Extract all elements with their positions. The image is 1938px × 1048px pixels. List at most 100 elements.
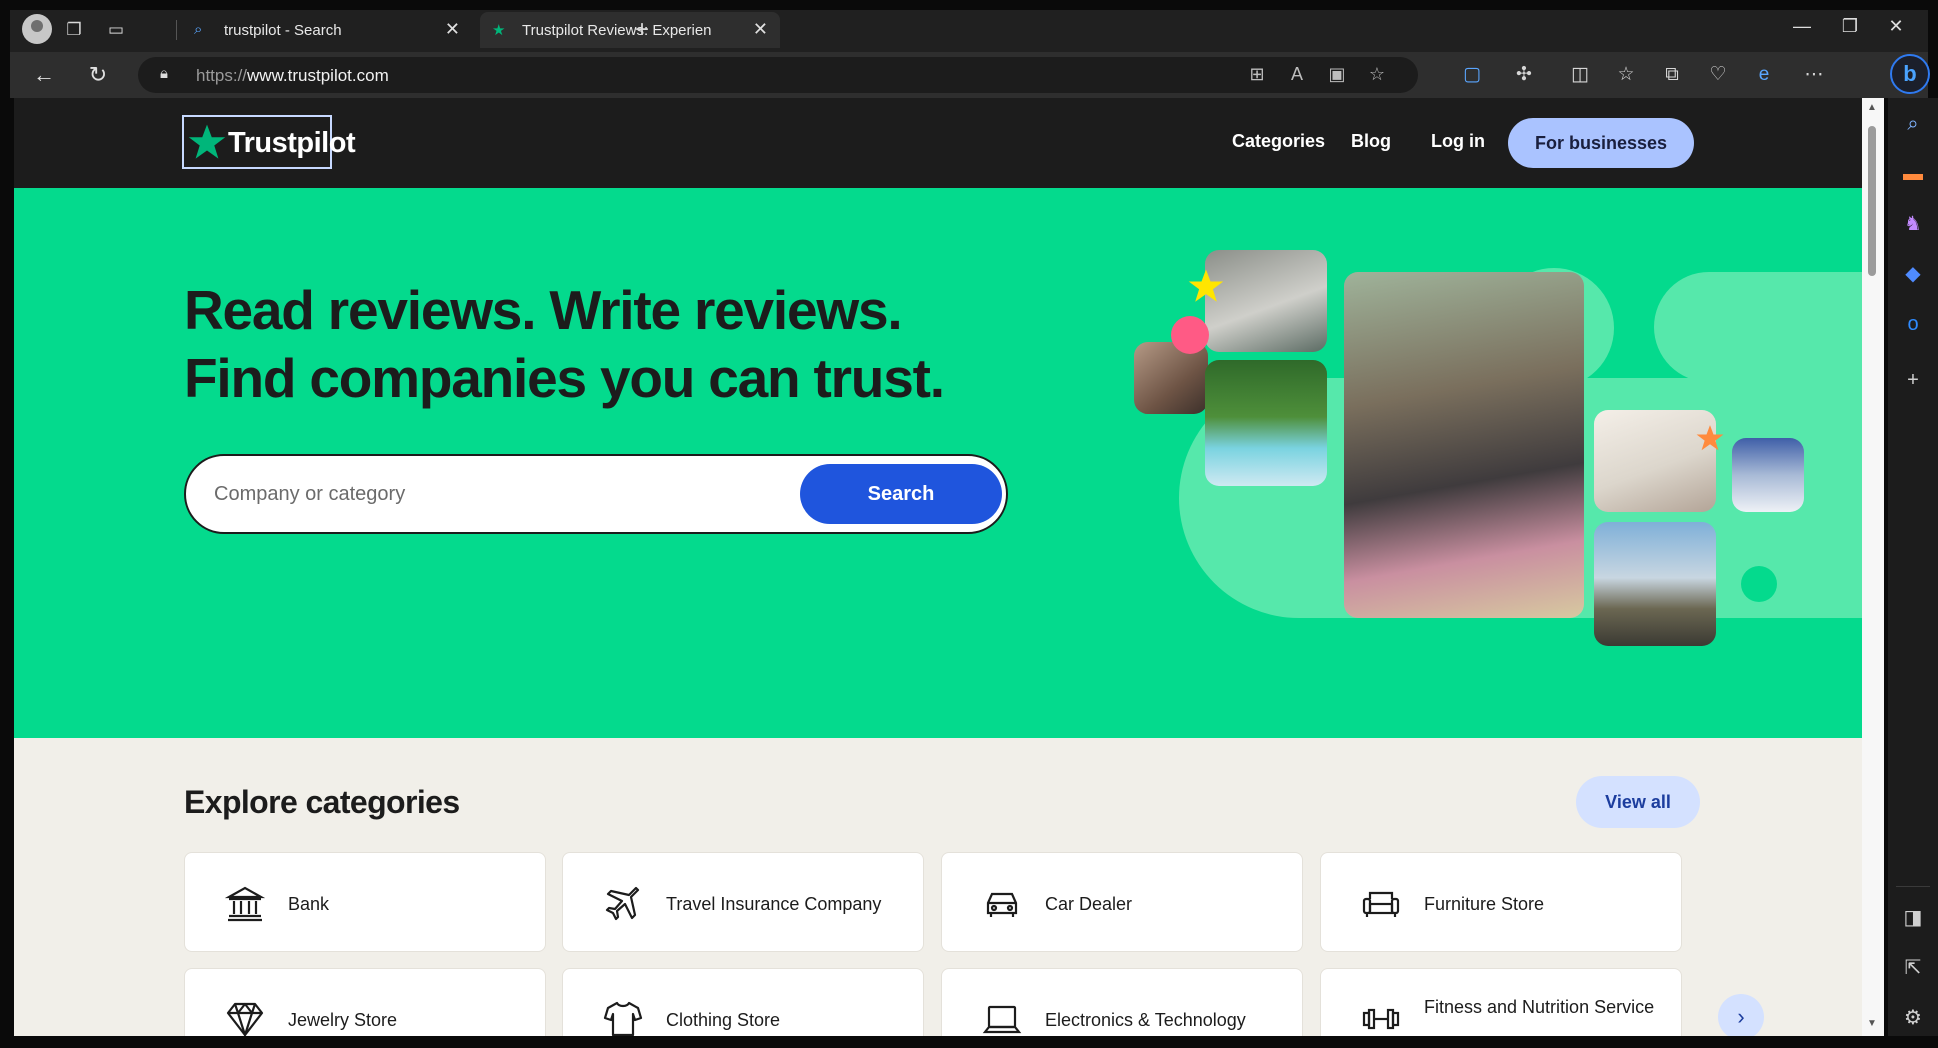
category-label: Clothing Store [666, 1010, 781, 1030]
category-label: Furniture Store [1424, 894, 1545, 914]
category-label: Jewelry Store [288, 1010, 398, 1030]
games-icon[interactable]: ♞ [1899, 210, 1927, 238]
nav-login-link[interactable]: Log in [1431, 131, 1485, 152]
close-tab-icon[interactable]: ✕ [445, 19, 460, 40]
category-card-fitness[interactable]: Fitness and Nutrition Service [1320, 968, 1682, 1036]
tab-search[interactable]: ⌕ trustpilot - Search ✕ [182, 12, 472, 48]
scroll-down-icon[interactable]: ▼ [1867, 1018, 1877, 1029]
category-card-electronics[interactable]: Electronics & Technology [941, 968, 1303, 1036]
address-bar[interactable]: 🔒︎ https://www.trustpilot.com ⊞ A ▣ ☆ [138, 57, 1418, 93]
trustpilot-star-icon: ★ [492, 22, 506, 39]
next-arrow-button[interactable]: › [1718, 994, 1764, 1036]
diamond-icon [226, 1002, 264, 1036]
category-card-jewelry-store[interactable]: Jewelry Store [184, 968, 546, 1036]
photo-flower-shop [1344, 272, 1584, 618]
internet-explorer-mode-icon[interactable]: e [1750, 60, 1778, 90]
category-label: Travel Insurance Company [666, 894, 882, 914]
address-bar-row: ← ↻ 🔒︎ https://www.trustpilot.com ⊞ A ▣ … [10, 52, 1928, 98]
back-icon[interactable]: ← [28, 60, 60, 90]
search-bar: Company or category Search [184, 454, 1008, 534]
tab-title: trustpilot - Search [224, 22, 342, 39]
window-bottom-edge [0, 1036, 1938, 1048]
scrollbar-thumb[interactable] [1868, 126, 1876, 276]
hero-heading-line2: Find companies you can trust. [184, 347, 945, 409]
page-scrollbar[interactable]: ▲ ▼ [1862, 98, 1884, 1036]
favorite-star-icon[interactable]: ☆ [1364, 64, 1390, 88]
browser-essentials-icon[interactable]: ♡ [1704, 60, 1732, 90]
add-sidebar-app-icon[interactable]: + [1899, 366, 1927, 394]
decor-dot-green [1741, 566, 1777, 602]
category-label: Fitness and Nutrition Service [1424, 997, 1655, 1017]
sofa-icon [1362, 891, 1400, 917]
explore-categories-heading: Explore categories [184, 784, 460, 820]
for-businesses-button[interactable]: For businesses [1508, 118, 1694, 168]
car-icon [986, 892, 1018, 917]
category-card-clothing-store[interactable]: Clothing Store [562, 968, 924, 1036]
laptop-icon [982, 1005, 1022, 1034]
lock-icon[interactable]: 🔒︎ [160, 65, 178, 85]
workspaces-icon[interactable]: ❐ [60, 16, 88, 44]
collections-icon[interactable]: ⧉ [1658, 60, 1686, 90]
category-label: Electronics & Technology [1045, 1010, 1246, 1030]
search-button[interactable]: Search [800, 464, 1002, 524]
copilot-icon[interactable]: b [1890, 54, 1930, 94]
new-tab-button[interactable]: + [628, 16, 656, 44]
uipath-extension-icon[interactable]: ▢ [1458, 60, 1486, 90]
decor-dot-pink [1171, 316, 1209, 354]
page-viewport: Trustpilot Categories Blog Log in For bu… [14, 98, 1874, 1036]
photo-pool [1205, 360, 1327, 486]
trustpilot-logo[interactable]: Trustpilot [182, 115, 356, 169]
photo-cactus-selfie [1594, 522, 1716, 646]
category-card-car-dealer[interactable]: Car Dealer [941, 852, 1303, 952]
browser-window: ❐ ▭ ⌕ trustpilot - Search ✕ ★ Trustpilot… [0, 0, 1938, 1048]
open-external-icon[interactable]: ⇱ [1899, 954, 1927, 982]
bank-icon [225, 886, 265, 922]
more-options-icon[interactable]: ⋯ [1800, 60, 1828, 90]
url-text[interactable]: https://www.trustpilot.com [196, 66, 389, 86]
category-card-travel-insurance[interactable]: Travel Insurance Company [562, 852, 924, 952]
split-screen-icon[interactable]: ◫ [1566, 60, 1594, 90]
tab-title: Trustpilot Reviews: Experience th [522, 22, 712, 39]
close-window-icon[interactable]: ✕ [1876, 16, 1916, 37]
category-card-furniture-store[interactable]: Furniture Store [1320, 852, 1682, 952]
trustpilot-star-icon [188, 124, 226, 159]
dumbbell-icon [1362, 1008, 1400, 1030]
search-icon[interactable]: ⌕ [1899, 110, 1927, 138]
category-label: Bank [288, 894, 330, 914]
favorites-icon[interactable]: ☆ [1612, 60, 1640, 90]
photo-guitar-player [1134, 342, 1208, 414]
hero-heading-line1: Read reviews. Write reviews. [184, 279, 903, 341]
profile-avatar[interactable] [22, 14, 52, 44]
nav-blog-link[interactable]: Blog [1351, 131, 1391, 152]
tab-separator [176, 20, 177, 40]
logo-wordmark: Trustpilot [228, 127, 356, 159]
settings-gear-icon[interactable]: ⚙ [1899, 1004, 1927, 1032]
refresh-icon[interactable]: ↻ [82, 60, 114, 90]
plane-icon [605, 886, 640, 921]
hide-sidebar-icon[interactable]: ◨ [1899, 904, 1927, 932]
tools-icon[interactable]: ▬ [1899, 160, 1927, 188]
category-card-bank[interactable]: Bank [184, 852, 546, 952]
photo-mountains [1732, 438, 1804, 512]
decor-pill [1654, 272, 1874, 382]
immersive-reader-icon[interactable]: ▣ [1324, 64, 1350, 88]
site-header: Trustpilot Categories Blog Log in For bu… [14, 98, 1862, 188]
restore-icon[interactable]: ❐ [1830, 16, 1870, 37]
app-available-icon[interactable]: ⊞ [1244, 64, 1270, 88]
star-icon [1696, 425, 1724, 451]
sidebar-divider [1896, 886, 1930, 887]
scroll-up-icon[interactable]: ▲ [1867, 102, 1877, 113]
minimize-icon[interactable]: — [1782, 16, 1822, 37]
tshirt-icon [603, 1001, 643, 1036]
outlook-icon[interactable]: o [1899, 310, 1927, 338]
microsoft-365-icon[interactable]: ◆ [1899, 260, 1927, 288]
extensions-icon[interactable]: ✣ [1510, 60, 1538, 90]
read-aloud-icon[interactable]: A [1284, 64, 1310, 88]
search-input[interactable]: Company or category [214, 483, 405, 506]
close-tab-icon[interactable]: ✕ [753, 19, 768, 40]
star-icon [1188, 269, 1224, 302]
hero-section: Read reviews. Write reviews. Find compan… [14, 188, 1874, 738]
nav-categories-link[interactable]: Categories [1232, 131, 1325, 152]
view-all-button[interactable]: View all [1576, 776, 1700, 828]
tab-actions-icon[interactable]: ▭ [102, 16, 130, 44]
